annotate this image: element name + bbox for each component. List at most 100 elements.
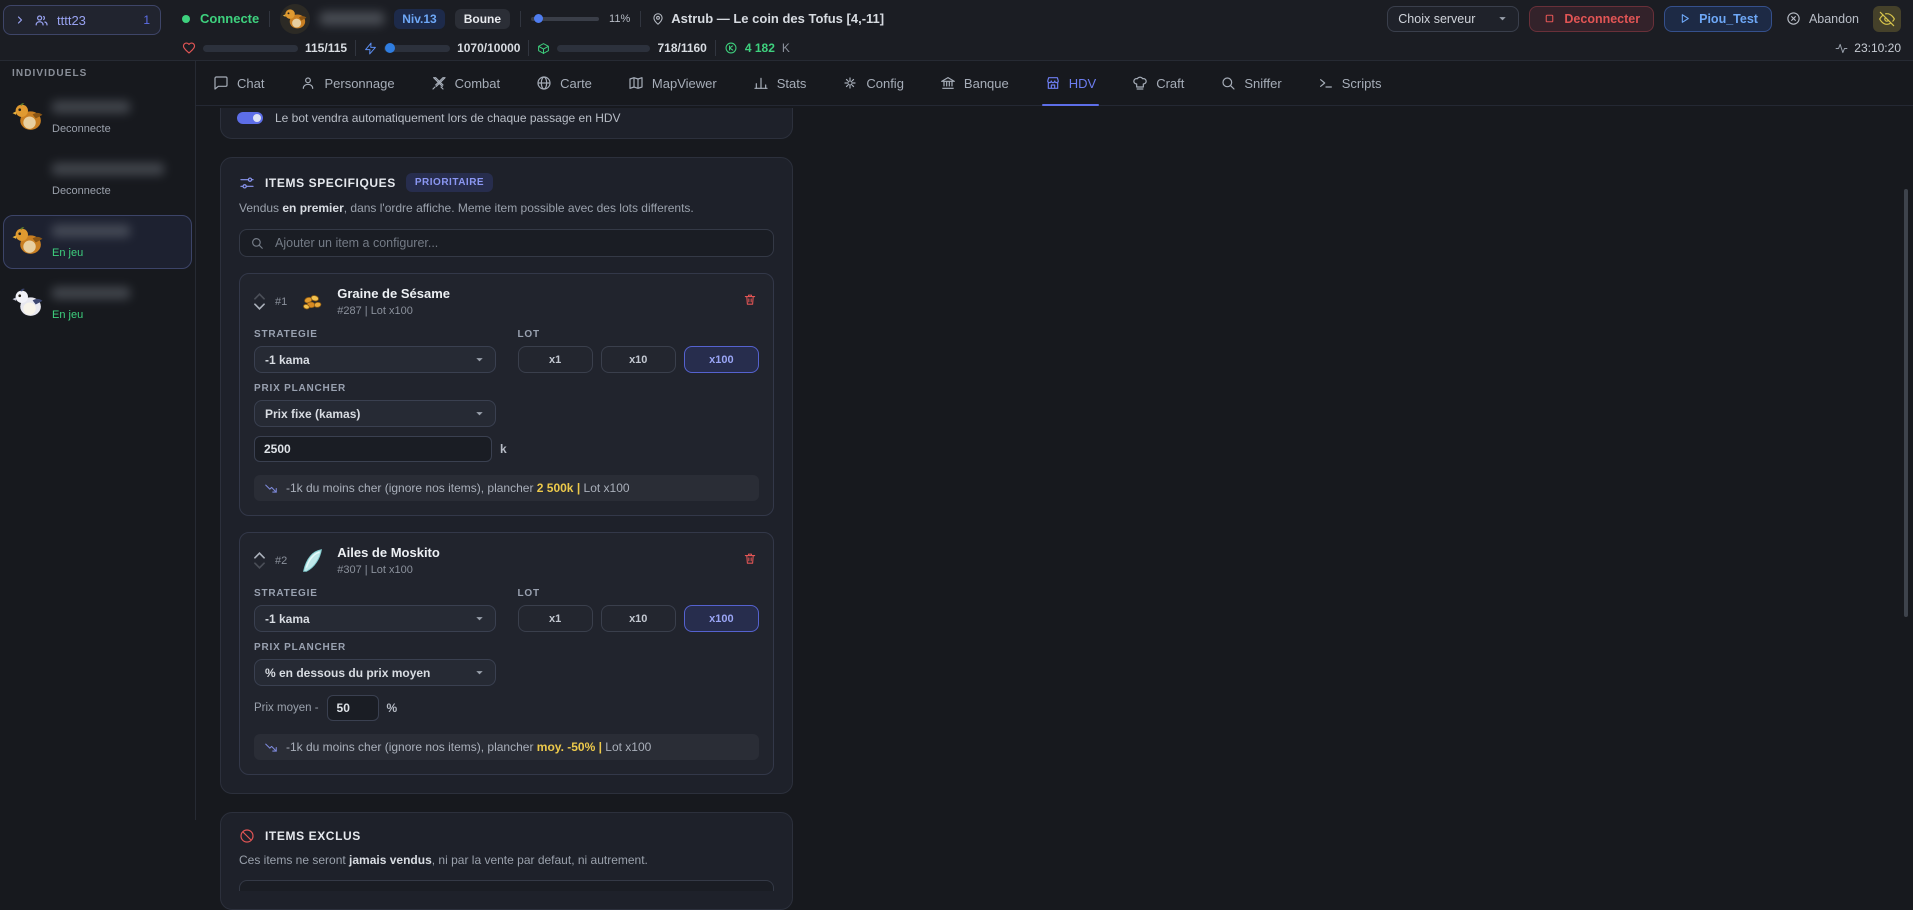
abandon-button[interactable]: Abandon [1782, 6, 1863, 31]
accounts-selector[interactable]: tttt23 1 [3, 5, 161, 35]
delete-item-button[interactable] [741, 549, 759, 568]
strategy-value: -1 kama [265, 352, 310, 367]
swords-icon [431, 77, 446, 90]
delete-item-button[interactable] [741, 290, 759, 309]
lot-options: x1 x10 x100 [517, 605, 760, 632]
divider [714, 40, 716, 56]
tab-label: Craft [1156, 75, 1185, 91]
strategy-select[interactable]: -1 kama [254, 346, 496, 373]
tab-combat[interactable]: Combat [428, 61, 504, 105]
character-list-item[interactable]: Deconnecte [3, 153, 192, 207]
item-rank: #2 [275, 554, 288, 567]
disconnect-button[interactable]: Deconnecter [1529, 5, 1655, 32]
tab-mapviewer[interactable]: MapViewer [625, 61, 720, 105]
price-unit: % [386, 701, 398, 715]
xp-stat: 718/1160 [537, 41, 707, 55]
character-status: Deconnecte [52, 185, 111, 197]
tab-carte[interactable]: Carte [533, 61, 595, 105]
auto-sell-banner: Le bot vendra automatiquement lors de ch… [220, 108, 793, 139]
bank-icon [940, 77, 955, 89]
hp-bar [203, 44, 298, 52]
summary-separator: | [595, 740, 606, 754]
server-select[interactable]: Choix serveur [1387, 5, 1520, 32]
tab-hdv[interactable]: HDV [1041, 61, 1100, 106]
package-icon [538, 42, 550, 54]
tab-label: Combat [454, 75, 501, 91]
tab-banque[interactable]: Banque [937, 61, 1012, 105]
energy-bar [384, 43, 451, 53]
fixed-price-input[interactable] [254, 436, 492, 462]
reorder-controls[interactable] [254, 293, 265, 310]
heart-icon [182, 42, 196, 54]
lot-x10-button[interactable]: x10 [600, 346, 676, 373]
abandon-label: Abandon [1808, 11, 1859, 26]
character-name-blurred [52, 163, 164, 175]
map-pin-icon [651, 12, 665, 26]
characters-sidebar: INDIVIDUELS Deconnecte Deconnecte En jeu [0, 61, 196, 820]
add-item-search-input[interactable] [273, 235, 763, 251]
configured-item-row: #1 Graine de Sésame #287 | Lot x100 STRA… [239, 273, 774, 516]
tab-sniffer[interactable]: Sniffer [1217, 61, 1284, 105]
vertical-scrollbar[interactable] [1904, 189, 1908, 617]
floor-price-label: PRIX PLANCHER [254, 383, 347, 394]
tab-bar: Chat Personnage Combat Carte MapViewer S… [196, 61, 1913, 106]
trash-icon [744, 294, 756, 305]
lot-x1-button[interactable]: x1 [517, 605, 593, 632]
hide-window-button[interactable] [1873, 5, 1901, 32]
tab-personnage[interactable]: Personnage [297, 61, 397, 105]
tab-label: Stats [776, 75, 807, 91]
kamas-value: 4 182 [744, 41, 775, 55]
chevron-down-icon [475, 671, 483, 675]
lot-options: x1 x10 x100 [517, 346, 760, 373]
tab-chat[interactable]: Chat [210, 61, 267, 105]
top-header: tttt23 1 Connecte Niv.13 Boune 11% Astru… [0, 0, 1913, 61]
tab-label: Personnage [324, 75, 395, 91]
energy-stat: 1070/10000 [364, 41, 520, 55]
floor-mode-value: Prix fixe (kamas) [265, 406, 361, 421]
hp-stat: 115/115 [182, 41, 347, 55]
tab-stats[interactable]: Stats [750, 61, 810, 105]
auto-sell-toggle[interactable] [237, 112, 263, 124]
tab-craft[interactable]: Craft [1129, 61, 1187, 105]
excluded-items-card: ITEMS EXCLUS Ces items ne seront jamais … [220, 812, 793, 910]
connection-status-dot [182, 14, 190, 23]
lot-x100-button[interactable]: x100 [683, 346, 759, 373]
character-list-item[interactable]: En jeu [3, 277, 192, 331]
tofu-avatar-icon [283, 8, 307, 28]
tab-config[interactable]: Config [839, 61, 907, 105]
item-name: Graine de Sésame [337, 286, 450, 301]
excluded-search-input[interactable] [239, 880, 774, 891]
globe-icon [537, 76, 551, 90]
percent-below-input[interactable] [326, 695, 379, 721]
tab-scripts[interactable]: Scripts [1315, 61, 1385, 105]
floor-mode-select[interactable]: % en dessous du prix moyen [254, 659, 496, 686]
search-icon [252, 238, 263, 249]
search-icon [1222, 77, 1235, 90]
piou-test-button[interactable]: Piou_Test [1664, 5, 1772, 32]
divider [355, 40, 357, 56]
play-icon [1681, 14, 1689, 23]
lot-x100-button[interactable]: x100 [683, 605, 759, 632]
item-name: Ailes de Moskito [337, 545, 440, 560]
lot-x10-button[interactable]: x10 [600, 605, 676, 632]
lot-x1-button[interactable]: x1 [517, 346, 593, 373]
floor-mode-select[interactable]: Prix fixe (kamas) [254, 400, 496, 427]
average-price-prefix: Prix moyen - [254, 702, 319, 714]
tab-label: Config [866, 75, 904, 91]
specific-items-title: ITEMS SPECIFIQUES [265, 175, 396, 190]
character-list-item-selected[interactable]: En jeu [3, 215, 192, 269]
strategy-select[interactable]: -1 kama [254, 605, 496, 632]
summary-text: -1k du moins cher (ignore nos items), pl… [286, 740, 537, 754]
session-time: 23:10:20 [1835, 41, 1901, 55]
energy-value: 1070/10000 [457, 41, 521, 55]
add-item-search[interactable] [239, 229, 774, 257]
sliders-icon [240, 176, 254, 189]
item-summary: -1k du moins cher (ignore nos items), pl… [254, 475, 759, 501]
reorder-controls[interactable] [254, 552, 265, 569]
level-progress-bar [531, 14, 600, 23]
character-list-item[interactable]: Deconnecte [3, 91, 192, 145]
configured-item-row: #2 Ailes de Moskito #307 | Lot x100 STRA… [239, 532, 774, 775]
store-icon [1046, 77, 1059, 89]
accounts-count: 1 [143, 13, 150, 27]
gear-icon [844, 77, 856, 89]
